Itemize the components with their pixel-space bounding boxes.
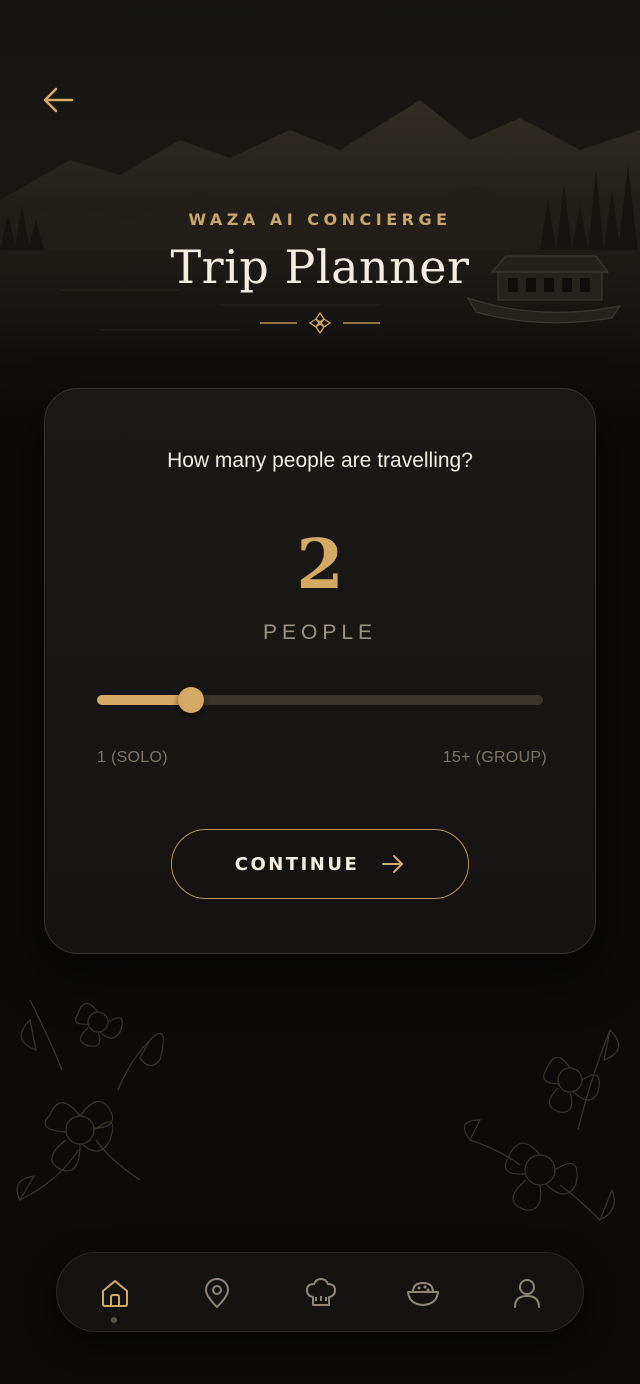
people-count: 2 xyxy=(296,525,344,605)
active-indicator xyxy=(111,1317,117,1323)
slider-min-label: 1 (SOLO) xyxy=(97,749,168,766)
slider-fill xyxy=(97,695,191,705)
back-button[interactable] xyxy=(36,82,80,118)
chef-hat-icon xyxy=(306,1278,336,1306)
ornament-divider-icon xyxy=(260,311,380,335)
arrow-right-icon xyxy=(382,855,404,873)
traveller-slider[interactable] xyxy=(97,685,543,715)
nav-home[interactable] xyxy=(93,1271,137,1315)
concierge-eyebrow: WAZA AI CONCIERGE xyxy=(188,210,452,229)
question-text: How many people are travelling? xyxy=(167,449,473,472)
map-pin-icon xyxy=(205,1278,229,1308)
floral-decoration-icon xyxy=(16,999,620,1222)
slider-thumb[interactable] xyxy=(178,687,204,713)
arrow-left-icon xyxy=(43,87,74,113)
nav-profile[interactable] xyxy=(505,1271,549,1315)
user-icon xyxy=(514,1279,540,1308)
people-unit-label: PEOPLE xyxy=(262,621,378,644)
continue-label: CONTINUE xyxy=(234,853,360,875)
slider-max-label: 15+ (GROUP) xyxy=(442,749,547,766)
bottom-nav xyxy=(56,1252,584,1332)
page-title: Trip Planner xyxy=(170,240,470,294)
home-icon xyxy=(102,1280,128,1307)
nav-location[interactable] xyxy=(195,1271,239,1315)
nav-food[interactable] xyxy=(401,1271,445,1315)
nav-chef[interactable] xyxy=(299,1271,343,1315)
continue-button[interactable]: CONTINUE xyxy=(171,829,469,899)
food-bowl-icon xyxy=(407,1281,439,1306)
traveller-count-card: How many people are travelling? 2 PEOPLE… xyxy=(44,388,596,954)
